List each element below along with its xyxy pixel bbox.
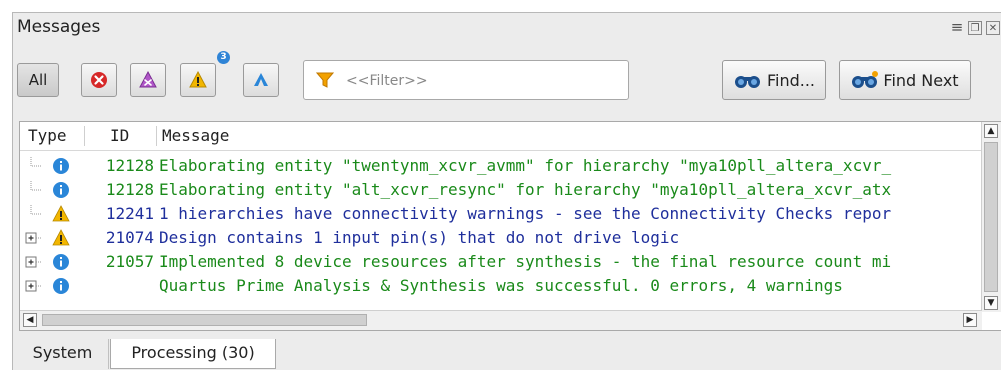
message-tabs: System Processing (30) (13, 339, 1001, 371)
table-row[interactable]: 21074 Design contains 1 input pin(s) that… (20, 226, 982, 250)
column-separator[interactable] (156, 126, 157, 146)
error-filter-button[interactable] (81, 63, 117, 97)
info-icon (52, 277, 70, 295)
message-text: Elaborating entity "alt_xcvr_resync" for… (159, 180, 892, 199)
message-rows: 12128 Elaborating entity "twentynm_xcvr_a… (20, 154, 982, 298)
column-separator[interactable] (84, 126, 85, 146)
panel-title: Messages (17, 17, 101, 37)
vertical-scroll-thumb[interactable] (984, 142, 998, 292)
find-button[interactable]: Find... (722, 60, 826, 100)
messages-panel: Messages ≡ ❐ ✕ All 3 <<Filter>> Find... … (12, 12, 1001, 370)
expand-icon[interactable] (24, 253, 42, 271)
tab-system[interactable]: System (17, 339, 109, 369)
binoculars-next-icon (852, 71, 879, 88)
info-icon (52, 157, 70, 175)
table-row[interactable]: 12241 1 hierarchies have connectivity war… (20, 202, 982, 226)
scroll-down-arrow-icon[interactable]: ▼ (984, 296, 998, 310)
message-text: Design contains 1 input pin(s) that do n… (159, 228, 680, 247)
message-id: 12241 (105, 204, 154, 223)
critical-warning-icon (139, 70, 157, 88)
scroll-left-arrow-icon[interactable]: ◀ (23, 313, 37, 327)
tree-line-icon (24, 205, 42, 223)
all-filter-button[interactable]: All (17, 63, 59, 97)
expand-icon[interactable] (24, 229, 42, 247)
table-row[interactable]: 21057 Implemented 8 device resources afte… (20, 250, 982, 274)
horizontal-scroll-thumb[interactable] (42, 314, 367, 326)
message-id: 12128 (105, 156, 154, 175)
message-toolbar: All 3 <<Filter>> Find... Find Next (13, 51, 1001, 105)
error-icon (91, 72, 107, 88)
message-text: Elaborating entity "twentynm_xcvr_avmm" … (159, 156, 892, 175)
warning-icon (189, 70, 207, 88)
message-id: 21074 (105, 228, 154, 247)
tab-processing[interactable]: Processing (30) (110, 339, 276, 369)
info-icon (52, 181, 70, 199)
tree-line-icon (24, 157, 42, 175)
panel-titlebar: Messages ≡ ❐ ✕ (13, 13, 1001, 45)
window-controls: ≡ ❐ ✕ (950, 20, 1000, 35)
column-header-id[interactable]: ID (110, 126, 129, 145)
warning-icon (52, 205, 70, 223)
close-icon[interactable]: ✕ (986, 21, 1000, 35)
scroll-up-arrow-icon[interactable]: ▲ (984, 124, 998, 138)
binoculars-icon (734, 76, 760, 88)
message-text: 1 hierarchies have connectivity warnings… (159, 204, 892, 223)
scroll-right-arrow-icon[interactable]: ▶ (963, 313, 977, 327)
expand-icon[interactable] (24, 277, 42, 295)
float-icon[interactable]: ❐ (968, 21, 982, 35)
table-row[interactable]: 12128 Elaborating entity "alt_xcvr_resync… (20, 178, 982, 202)
column-header-type[interactable]: Type (28, 126, 67, 145)
vertical-scrollbar[interactable]: ▲ ▼ (981, 122, 1001, 312)
message-id: 12128 (105, 180, 154, 199)
filter-field[interactable] (303, 60, 629, 100)
message-text: Implemented 8 device resources after syn… (159, 252, 892, 271)
funnel-icon (316, 72, 334, 88)
messages-table: Type ID Message 12128 Elaborating entity … (19, 121, 1001, 331)
warning-count-badge: 3 (217, 51, 230, 64)
filter-input[interactable] (344, 69, 618, 93)
tree-line-icon (24, 181, 42, 199)
info-icon (52, 253, 70, 271)
find-button-label: Find... (766, 70, 816, 90)
warning-icon (52, 229, 70, 247)
suppressed-icon (254, 73, 268, 86)
find-next-button-label: Find Next (883, 70, 959, 90)
critical-warning-filter-button[interactable] (130, 63, 166, 97)
menu-icon[interactable]: ≡ (950, 20, 964, 35)
find-next-button[interactable]: Find Next (839, 60, 971, 100)
message-text: Quartus Prime Analysis & Synthesis was s… (159, 276, 843, 295)
table-row[interactable]: 12128 Elaborating entity "twentynm_xcvr_a… (20, 154, 982, 178)
table-row[interactable]: Quartus Prime Analysis & Synthesis was s… (20, 274, 982, 298)
suppressed-filter-button[interactable] (243, 63, 279, 97)
horizontal-scrollbar[interactable]: ◀ ▶ (20, 310, 982, 330)
message-id: 21057 (105, 252, 154, 271)
table-header: Type ID Message (20, 122, 982, 151)
warning-filter-button[interactable] (180, 63, 216, 97)
column-header-message[interactable]: Message (162, 126, 229, 145)
